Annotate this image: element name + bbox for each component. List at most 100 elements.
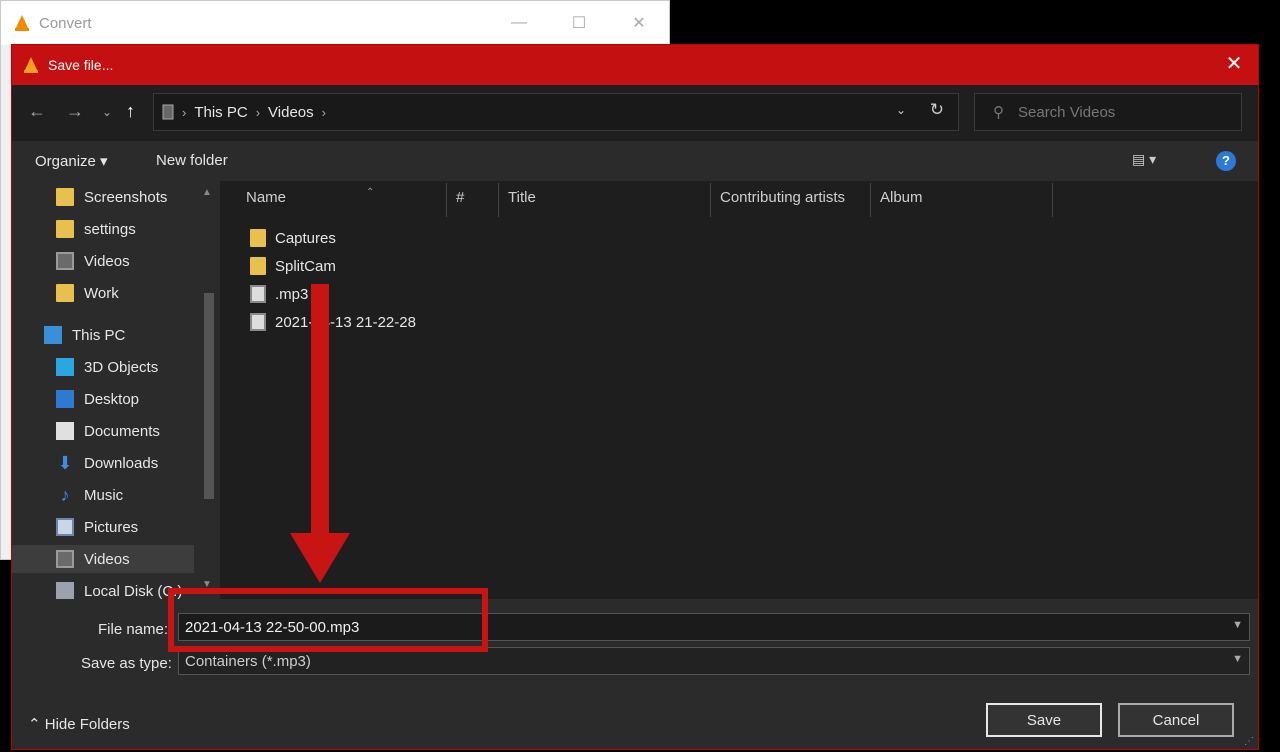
column-divider[interactable] (710, 183, 711, 217)
nav-item-documents[interactable]: Documents (56, 417, 160, 445)
nav-item-screenshots[interactable]: Screenshots (56, 183, 167, 211)
convert-window-title: Convert (39, 14, 92, 32)
help-icon[interactable]: ? (1216, 151, 1236, 171)
column-header-title[interactable]: Title (508, 189, 536, 206)
column-header-contributing-artists[interactable]: Contributing artists (720, 189, 845, 206)
maximize-button[interactable]: ☐ (549, 1, 609, 45)
scroll-up-icon[interactable]: ▲ (202, 187, 212, 198)
nav-item-local-disk[interactable]: Local Disk (C:) (56, 577, 182, 599)
nav-item-label: Desktop (84, 390, 140, 408)
file-row-mp3[interactable]: .mp3 (250, 281, 308, 307)
documents-icon (56, 422, 74, 440)
search-input[interactable]: ⚲ Search Videos (974, 93, 1242, 131)
address-dropdown-button[interactable]: ⌄ (896, 103, 906, 117)
video-folder-icon (56, 550, 74, 568)
nav-item-label: 3D Objects (84, 358, 159, 376)
refresh-button[interactable]: ↻ (930, 100, 944, 120)
navigation-bar: ← → ⌄ ↑ › This PC › Videos › ⌄ ↻ ⚲ Searc… (12, 85, 1258, 141)
dialog-close-button[interactable]: ✕ (1222, 53, 1246, 75)
resize-grip-icon[interactable]: ⋰ (1244, 736, 1254, 747)
up-button[interactable]: ↑ (126, 101, 135, 122)
change-view-button[interactable]: ▤ ▾ (1132, 151, 1156, 168)
forward-button[interactable]: → (66, 101, 84, 122)
search-icon: ⚲ (993, 104, 1004, 121)
file-name: .mp3 (275, 285, 309, 303)
nav-item-label: Videos (84, 550, 130, 568)
nav-item-label: Pictures (84, 518, 139, 536)
nav-item-videos[interactable]: Videos (12, 545, 194, 573)
search-placeholder: Search Videos (1018, 103, 1116, 121)
cancel-button[interactable]: Cancel (1118, 703, 1234, 737)
folder-icon (56, 284, 74, 302)
breadcrumb-videos[interactable]: Videos (268, 104, 314, 121)
nav-item-label: Music (84, 486, 124, 504)
video-folder-icon (56, 252, 74, 270)
column-header-album[interactable]: Album (880, 189, 923, 206)
column-divider[interactable] (498, 183, 499, 217)
file-name-label: File name: (98, 621, 169, 638)
column-divider[interactable] (870, 183, 871, 217)
nav-scrollbar-thumb[interactable] (204, 293, 214, 499)
nav-item-settings[interactable]: settings (56, 215, 136, 243)
file-name: Captures (275, 229, 336, 247)
nav-item-label: This PC (72, 326, 126, 344)
music-icon: ♪ (60, 485, 70, 505)
dialog-title: Save file... (48, 57, 114, 73)
nav-item-label: Screenshots (84, 188, 168, 206)
recent-locations-button[interactable]: ⌄ (102, 105, 112, 119)
dialog-titlebar: Save file... ✕ (12, 45, 1258, 85)
nav-item-label: Work (84, 284, 119, 302)
hide-folders-button[interactable]: ⌃ Hide Folders (28, 715, 130, 733)
breadcrumb-this-pc[interactable]: This PC (194, 104, 247, 121)
column-divider[interactable] (446, 183, 447, 217)
annotation-highlight-box (168, 588, 488, 652)
file-row-splitcam[interactable]: SplitCam (250, 253, 336, 279)
breadcrumb-separator: › (182, 104, 187, 120)
disk-icon (56, 582, 74, 599)
nav-item-videos-quick[interactable]: Videos (56, 247, 130, 275)
nav-item-desktop[interactable]: Desktop (56, 385, 139, 413)
audio-file-icon (250, 313, 266, 331)
nav-item-label: Videos (84, 252, 130, 270)
nav-item-music[interactable]: ♪ Music (56, 481, 124, 509)
nav-item-work[interactable]: Work (56, 279, 119, 307)
command-toolbar: Organize ▾ New folder ▤ ▾ ? (12, 141, 1258, 181)
folder-icon (56, 220, 74, 238)
file-row-recording[interactable]: 2021-04-13 21-22-28 (250, 309, 416, 335)
vlc-cone-icon (15, 15, 29, 31)
column-header-number[interactable]: # (456, 189, 464, 206)
nav-item-pictures[interactable]: Pictures (56, 513, 138, 541)
address-bar[interactable]: › This PC › Videos › ⌄ ↻ (153, 93, 959, 131)
chevron-down-icon[interactable]: ▼ (1232, 619, 1243, 631)
chevron-down-icon[interactable]: ▼ (1232, 653, 1243, 665)
save-as-type-label: Save as type: (81, 655, 172, 672)
file-name: 2021-04-13 21-22-28 (275, 313, 416, 331)
column-header-name[interactable]: ⌃ Name (246, 187, 374, 206)
file-row-captures[interactable]: Captures (250, 225, 336, 251)
downloads-icon: ⬇ (57, 453, 73, 473)
desktop-icon (56, 390, 74, 408)
file-name: SplitCam (275, 257, 336, 275)
minimize-button[interactable]: — (489, 1, 549, 45)
3d-objects-icon (56, 358, 74, 376)
breadcrumb-separator: › (255, 104, 261, 120)
back-button[interactable]: ← (28, 101, 46, 122)
folder-icon (56, 188, 74, 206)
navigation-pane: Screenshots settings Videos Work This PC… (12, 181, 218, 599)
nav-item-this-pc[interactable]: This PC (44, 321, 125, 349)
folder-icon (250, 229, 266, 247)
nav-item-label: settings (84, 220, 136, 238)
save-button[interactable]: Save (986, 703, 1102, 737)
close-button[interactable]: ✕ (609, 1, 669, 45)
nav-item-3d-objects[interactable]: 3D Objects (56, 353, 158, 381)
convert-window-controls: — ☐ ✕ (489, 1, 669, 45)
column-divider[interactable] (1052, 183, 1053, 217)
column-label: Name (246, 189, 287, 206)
vlc-cone-icon (24, 57, 38, 73)
sort-ascending-icon: ⌃ (366, 187, 375, 198)
new-folder-button[interactable]: New folder (156, 152, 228, 169)
organize-button[interactable]: Organize ▾ (35, 152, 108, 170)
annotation-arrow-head (290, 533, 350, 583)
nav-item-label: Downloads (84, 454, 159, 472)
nav-item-downloads[interactable]: ⬇ Downloads (56, 449, 158, 477)
